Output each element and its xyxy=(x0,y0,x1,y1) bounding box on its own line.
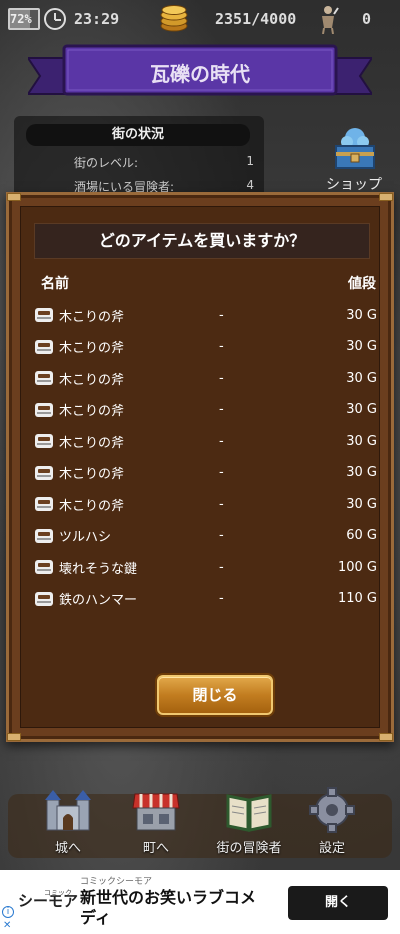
ad-open-button[interactable]: 開く xyxy=(288,886,388,920)
item-name: 木こりの斧 xyxy=(59,467,125,482)
gold-amount: 2351/4000 xyxy=(215,10,297,28)
ad-close-icon[interactable]: ✕ xyxy=(3,920,11,931)
nav-settings-label: 設定 xyxy=(318,841,345,856)
item-price: 60 G xyxy=(346,528,377,543)
adventurer-count: 0 xyxy=(362,10,372,28)
item-price: 30 G xyxy=(346,370,377,386)
item-tool-icon xyxy=(35,465,53,480)
adventurer-icon xyxy=(322,6,339,34)
item-separator: - xyxy=(219,402,224,417)
game-time: 23:29 xyxy=(74,10,120,28)
item-separator: - xyxy=(219,496,224,512)
item-row[interactable]: 木こりの斧 - 30 G xyxy=(35,398,381,422)
modal-body: どのアイテムを買いますか？ 名前 値段 木こりの斧 - 30 G 木こりの斧 - 30 G… xyxy=(20,206,380,728)
town-level-row: 街のレベル: 1 xyxy=(74,154,254,171)
nav-town[interactable]: 町へ xyxy=(116,786,196,856)
item-row[interactable]: 木こりの斧 - 30 G xyxy=(35,492,381,516)
book-icon xyxy=(226,794,272,832)
nav-adventurers[interactable]: 街の冒険者 xyxy=(204,786,294,856)
item-separator: - xyxy=(219,307,224,323)
castle-icon xyxy=(45,790,91,831)
item-tool-icon xyxy=(35,402,53,417)
town-level-value: 1 xyxy=(246,154,254,168)
item-tool-icon xyxy=(35,560,53,574)
treasure-chest-icon[interactable] xyxy=(330,124,380,174)
modal-corner-ornament xyxy=(379,193,393,201)
nav-adventurers-label: 街の冒険者 xyxy=(216,841,282,856)
item-tool-icon xyxy=(35,371,53,385)
page-title: 瓦礫の時代 xyxy=(150,62,250,86)
ad-sponsor: コミックシーモア xyxy=(80,877,153,887)
item-tool-icon xyxy=(35,497,53,511)
item-row[interactable]: 木こりの斧 - 30 G xyxy=(35,366,381,390)
column-header-name: 名前 xyxy=(41,276,69,292)
item-tool-icon xyxy=(35,528,53,543)
ad-info-icon[interactable]: i xyxy=(2,906,14,918)
shop-purchase-modal: どのアイテムを買いますか？ 名前 値段 木こりの斧 - 30 G 木こりの斧 - 30 G… xyxy=(6,192,394,742)
item-row[interactable]: 木こりの斧 - 30 G xyxy=(35,335,381,359)
nav-settings[interactable]: 設定 xyxy=(292,786,372,856)
nav-town-label: 町へ xyxy=(142,841,169,856)
item-tool-icon xyxy=(35,308,53,322)
item-name: 木こりの斧 xyxy=(59,498,125,514)
shop-label[interactable]: ショップ xyxy=(326,174,382,194)
modal-title: どのアイテムを買いますか？ xyxy=(34,223,370,259)
item-separator: - xyxy=(219,465,224,480)
town-status-header: 街の状況 xyxy=(26,124,250,146)
item-separator: - xyxy=(219,591,224,606)
item-name: 木こりの斧 xyxy=(59,341,125,356)
item-separator: - xyxy=(219,559,224,575)
item-price: 30 G xyxy=(346,339,377,354)
item-row[interactable]: 鉄のハンマー - 110 G xyxy=(35,587,381,611)
item-name: 壊れそうな鍵 xyxy=(59,561,138,577)
item-name: 鉄のハンマー xyxy=(59,593,138,608)
item-separator: - xyxy=(219,370,224,386)
title-banner: 瓦礫の時代 xyxy=(26,44,374,102)
status-bar: 72% 23:29 2351/4000 0 xyxy=(0,0,400,38)
shop-stall-icon xyxy=(132,793,180,831)
battery-level: 72% xyxy=(10,12,32,26)
modal-corner-ornament xyxy=(379,733,393,741)
nav-castle[interactable]: 城へ xyxy=(28,786,108,856)
item-row[interactable]: ツルハシ - 60 G xyxy=(35,524,381,548)
item-separator: - xyxy=(219,433,224,449)
item-name: ツルハシ xyxy=(59,530,112,545)
item-tool-icon xyxy=(35,434,53,448)
item-row[interactable]: 木こりの斧 - 30 G xyxy=(35,461,381,485)
item-price: 30 G xyxy=(346,402,377,417)
clock-icon xyxy=(44,8,66,30)
ad-headline: 新世代のお笑いラブコメディ xyxy=(80,888,257,927)
item-price: 30 G xyxy=(346,433,377,449)
item-name: 木こりの斧 xyxy=(59,309,125,325)
item-separator: - xyxy=(219,528,224,543)
column-header-price: 値段 xyxy=(348,276,376,292)
close-button[interactable]: 閉じる xyxy=(157,675,273,715)
item-name: 木こりの斧 xyxy=(59,435,125,451)
item-price: 30 G xyxy=(346,465,377,480)
item-row[interactable]: 木こりの斧 - 30 G xyxy=(35,303,381,327)
modal-corner-ornament xyxy=(7,193,21,201)
item-tool-icon xyxy=(35,339,53,354)
modal-corner-ornament xyxy=(7,733,21,741)
town-level-label: 街のレベル: xyxy=(74,156,139,170)
item-name: 木こりの斧 xyxy=(59,372,125,388)
item-price: 100 G xyxy=(337,559,377,575)
gold-coins-icon xyxy=(160,5,188,32)
item-row[interactable]: 木こりの斧 - 30 G xyxy=(35,429,381,453)
item-price: 30 G xyxy=(346,496,377,512)
item-separator: - xyxy=(219,339,224,354)
ad-banner[interactable]: コミックシーモア コミック シーモア 新世代のお笑いラブコメディ 開く i ✕ xyxy=(0,870,400,934)
nav-castle-label: 城へ xyxy=(54,841,81,856)
item-price: 30 G xyxy=(346,307,377,323)
ad-logo: シーモア xyxy=(18,892,79,910)
item-tool-icon xyxy=(35,591,53,606)
item-name: 木こりの斧 xyxy=(59,404,125,419)
item-row[interactable]: 壊れそうな鍵 - 100 G xyxy=(35,555,381,579)
gear-icon xyxy=(309,787,355,833)
item-price: 110 G xyxy=(337,591,377,606)
